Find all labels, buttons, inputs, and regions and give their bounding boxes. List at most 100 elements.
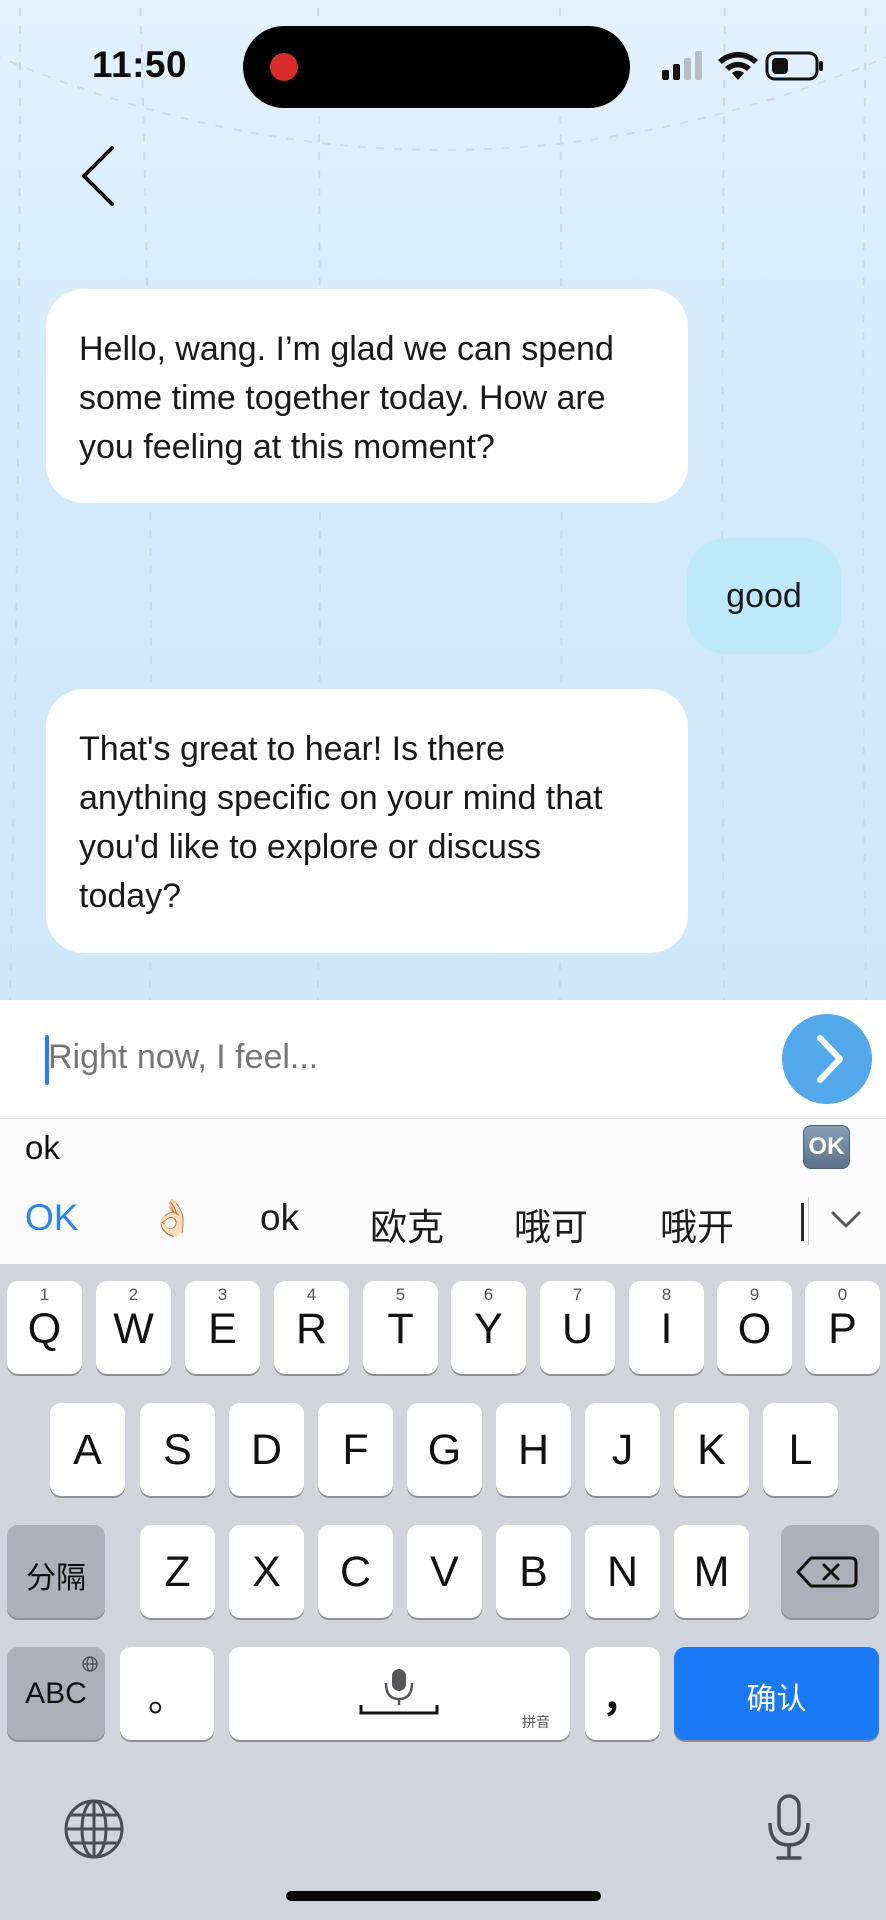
cellular-signal-icon [662,51,702,80]
key-label: Y [474,1305,503,1353]
chat-background: 11:50 Hello, wang. I’m glad we can spend… [0,0,886,1000]
recording-indicator-icon [270,53,298,81]
key-t[interactable]: 5 T [363,1281,438,1374]
dictation-mic-icon [359,1669,439,1715]
key-l[interactable]: L [763,1403,838,1496]
message-line: That's great to hear! Is there [79,730,506,768]
key-label: V [430,1548,459,1596]
key-k[interactable]: K [674,1403,749,1496]
key-label: T [387,1305,414,1353]
key-label: Q [27,1305,62,1353]
key-j[interactable]: J [585,1403,660,1496]
key-g[interactable]: G [407,1403,482,1496]
user-message-bubble: good [687,538,841,654]
divider [808,1197,809,1245]
candidate-item[interactable]: ok [260,1197,299,1239]
candidate-item[interactable]: 👌🏻 [150,1197,195,1239]
key-label: A [73,1426,102,1474]
key-number-hint: 7 [572,1285,583,1304]
message-line: you feeling at this moment? [79,428,495,466]
key-label: 确认 [746,1683,807,1716]
assistant-message-bubble: Hello, wang. I’m glad we can spend some … [46,289,688,503]
key-label: O [737,1305,772,1353]
key-z[interactable]: Z [140,1525,215,1618]
key-label: C [339,1548,372,1596]
backspace-icon [796,1556,858,1588]
key-f[interactable]: F [318,1403,393,1496]
key-label: S [163,1426,192,1474]
key-o[interactable]: 9 O [717,1281,792,1374]
period-key[interactable]: 。 [120,1647,214,1740]
key-number-hint: 0 [837,1285,848,1304]
battery-icon [765,51,823,81]
candidate-overflow-edge [801,1203,804,1241]
key-v[interactable]: V [407,1525,482,1618]
chevron-right-icon [817,1035,843,1083]
key-u[interactable]: 7 U [540,1281,615,1374]
key-label: W [113,1305,154,1353]
key-e[interactable]: 3 E [185,1281,260,1374]
key-number-hint: 5 [395,1285,406,1304]
key-label: R [295,1305,328,1353]
key-label: 分隔 [26,1562,86,1595]
microphone-icon[interactable] [764,1793,814,1863]
key-m[interactable]: M [674,1525,749,1618]
candidate-item[interactable]: OK [25,1197,78,1239]
key-label: 。 [147,1678,186,1720]
key-x[interactable]: X [229,1525,304,1618]
key-label: F [342,1426,369,1474]
key-w[interactable]: 2 W [96,1281,171,1374]
key-label: D [250,1426,283,1474]
key-number-hint: 6 [483,1285,494,1304]
candidate-item[interactable]: 哦可 [514,1197,588,1251]
key-r[interactable]: 4 R [274,1281,349,1374]
key-label: E [208,1305,237,1353]
message-input[interactable] [48,1038,748,1077]
status-time: 11:50 [92,44,188,85]
message-line: anything specific on your mind that [79,779,603,817]
message-line: Hello, wang. I’m glad we can spend [79,330,614,368]
delete-key[interactable] [781,1525,879,1618]
separator-key[interactable]: 分隔 [7,1525,105,1618]
key-number-hint: 3 [217,1285,228,1304]
space-key[interactable]: 拼音 [229,1647,570,1740]
message-input-bar [0,1000,886,1119]
chevron-down-icon[interactable] [825,1199,867,1241]
ok-emoji-suggestion[interactable]: OK [803,1125,850,1169]
key-label: U [561,1305,594,1353]
key-label: I [660,1305,673,1353]
key-b[interactable]: B [496,1525,571,1618]
key-label: K [697,1426,726,1474]
key-number-hint: 2 [128,1285,139,1304]
input-mode-hint: 拼音 [522,1714,550,1730]
back-button[interactable] [72,140,128,212]
ime-candidate-bar: ok OK OK 👌🏻 ok 欧克 哦可 哦开 [0,1119,886,1264]
pinyin-composition: ok [25,1129,60,1166]
key-i[interactable]: 8 I [629,1281,704,1374]
message-line: today? [79,877,182,915]
globe-icon[interactable] [62,1797,126,1861]
key-s[interactable]: S [140,1403,215,1496]
home-indicator [286,1891,601,1901]
candidate-item[interactable]: 欧克 [370,1197,444,1251]
confirm-key[interactable]: 确认 [674,1647,879,1740]
wifi-icon [718,51,758,80]
key-p[interactable]: 0 P [805,1281,880,1374]
key-label: H [517,1426,550,1474]
candidate-item[interactable]: 哦开 [660,1197,734,1251]
dynamic-island [243,26,630,108]
abc-key[interactable]: ABC [7,1647,105,1740]
comma-key[interactable]: ， [585,1647,660,1740]
key-y[interactable]: 6 Y [451,1281,526,1374]
assistant-message-bubble: That's great to hear! Is there anything … [46,689,688,953]
key-c[interactable]: C [318,1525,393,1618]
message-text: good [726,577,802,615]
key-q[interactable]: 1 Q [7,1281,82,1374]
send-button[interactable] [782,1014,872,1104]
key-a[interactable]: A [50,1403,125,1496]
key-number-hint: 8 [661,1285,672,1304]
key-h[interactable]: H [496,1403,571,1496]
key-d[interactable]: D [229,1403,304,1496]
key-n[interactable]: N [585,1525,660,1618]
key-number-hint: 9 [749,1285,760,1304]
